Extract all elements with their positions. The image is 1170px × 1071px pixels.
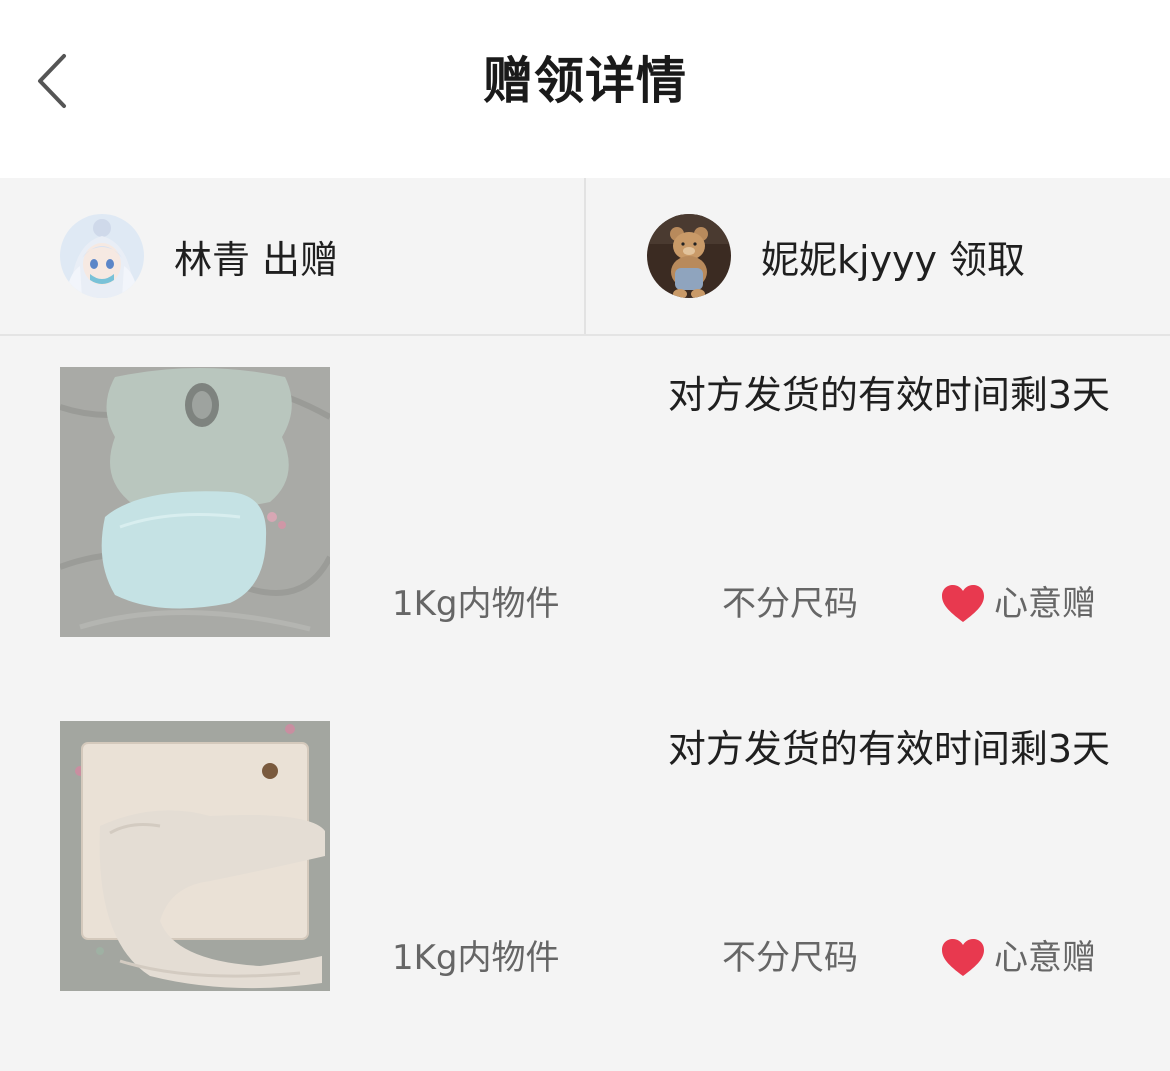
- receiver-avatar[interactable]: [647, 214, 731, 298]
- gift-type-label: 心意赠: [994, 584, 1096, 624]
- receiver-action: 领取: [949, 237, 1026, 282]
- shipping-deadline: 对方发货的有效时间剩3天: [667, 727, 1110, 771]
- weight-label: 1Kg内物件: [392, 938, 560, 978]
- giver-info[interactable]: 林青 出赠: [60, 178, 580, 334]
- page-title: 赠领详情: [483, 52, 687, 110]
- giver-avatar[interactable]: [60, 214, 144, 298]
- top-bar: 赠领详情: [0, 0, 1170, 178]
- heart-icon: [942, 585, 984, 622]
- shipping-deadline: 对方发货的有效时间剩3天: [667, 373, 1110, 417]
- size-label: 不分尺码: [722, 584, 858, 624]
- item-photo[interactable]: [60, 721, 330, 991]
- weight-label: 1Kg内物件: [392, 584, 560, 624]
- gift-type: 心意赠: [940, 582, 1096, 626]
- gift-item[interactable]: 对方发货的有效时间剩3天 1Kg内物件 不分尺码 心意赠: [0, 690, 1170, 1044]
- gift-type: 心意赠: [940, 936, 1096, 980]
- size-label: 不分尺码: [722, 938, 858, 978]
- giver-name[interactable]: 林青: [174, 238, 250, 282]
- gift-type-label: 心意赠: [994, 938, 1096, 978]
- gift-parties: 林青 出赠 妮妮kjyyy 领取: [0, 178, 1170, 336]
- giver-action: 出赠: [262, 237, 339, 282]
- item-photo[interactable]: [60, 367, 330, 637]
- giver-label: 林青 出赠: [174, 229, 338, 284]
- receiver-label: 妮妮kjyyy 领取: [761, 229, 1025, 284]
- receiver-info[interactable]: 妮妮kjyyy 领取: [647, 178, 1167, 334]
- receiver-name[interactable]: 妮妮kjyyy: [761, 238, 937, 282]
- gift-item[interactable]: 对方发货的有效时间剩3天 1Kg内物件 不分尺码 心意赠: [0, 336, 1170, 692]
- heart-icon: [942, 939, 984, 976]
- party-divider: [584, 178, 586, 334]
